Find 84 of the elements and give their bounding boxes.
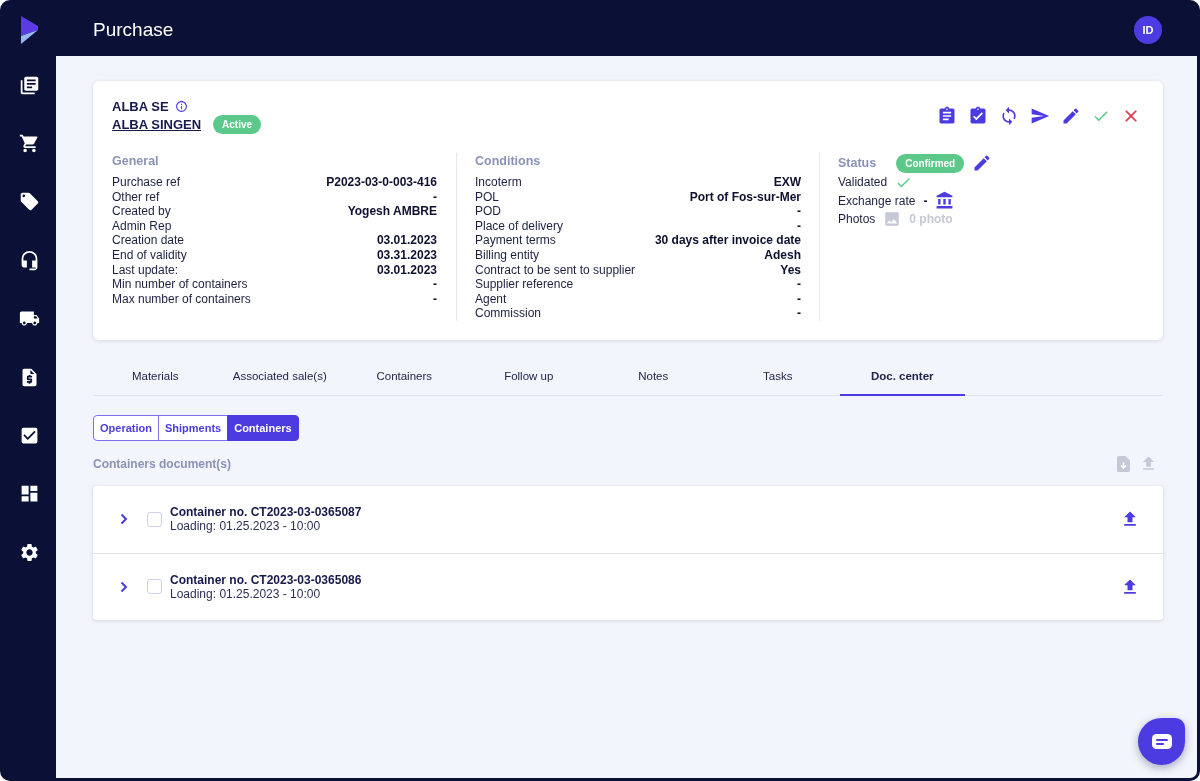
field-label: POD bbox=[475, 204, 501, 219]
field-label: Created by bbox=[112, 204, 171, 219]
field-label: Commission bbox=[475, 306, 541, 321]
tab[interactable]: Notes bbox=[591, 358, 716, 396]
field-value: Yes bbox=[780, 262, 801, 278]
container-title: Container no. CT2023-03-0365087 bbox=[170, 505, 363, 520]
section-title: Status bbox=[838, 155, 877, 171]
field-value: 03.01.2023 bbox=[376, 233, 437, 248]
cart-icon[interactable] bbox=[19, 133, 40, 155]
clipboard-icon[interactable] bbox=[937, 106, 957, 126]
field-label: Payment terms bbox=[475, 233, 556, 248]
filter-tab[interactable]: Shipments bbox=[157, 414, 229, 441]
field-value: - bbox=[433, 277, 437, 292]
filter-tab[interactable]: Containers bbox=[227, 414, 299, 441]
edit-icon[interactable] bbox=[1061, 106, 1081, 126]
field-label: Last update: bbox=[112, 262, 179, 278]
field-label: Admin Rep bbox=[112, 218, 172, 234]
field-value: EXW bbox=[773, 175, 801, 190]
field-value: - bbox=[433, 189, 437, 205]
checkbox[interactable] bbox=[147, 579, 162, 595]
section-title: Conditions bbox=[475, 153, 542, 169]
field-value: 30 days after invoice date bbox=[654, 233, 801, 248]
section-title: Containers document(s) bbox=[93, 456, 231, 471]
tab[interactable]: Containers bbox=[342, 358, 467, 396]
settings-icon[interactable] bbox=[19, 541, 40, 563]
field-label: Incoterm bbox=[475, 175, 522, 190]
chat-icon bbox=[1151, 734, 1172, 749]
field-value: - bbox=[797, 306, 801, 321]
field-value: - bbox=[433, 291, 437, 307]
field-label: Contract to be sent to supplier bbox=[475, 262, 636, 278]
send-icon[interactable] bbox=[1030, 106, 1050, 126]
container-title: Container no. CT2023-03-0365086 bbox=[170, 572, 363, 587]
tab[interactable]: Associated sale(s) bbox=[217, 358, 342, 396]
field-value: - bbox=[797, 277, 801, 292]
user-avatar[interactable]: ID bbox=[1134, 15, 1162, 44]
field-label: Max number of containers bbox=[112, 291, 251, 307]
tab[interactable]: Tasks bbox=[715, 358, 840, 396]
loading-time: Loading: 01.25.2023 - 10:00 bbox=[170, 586, 322, 601]
field-label: Photos bbox=[838, 212, 876, 227]
page-title: Purchase bbox=[93, 18, 174, 41]
field-label: End of validity bbox=[112, 247, 187, 263]
field-value: - bbox=[923, 193, 928, 208]
tab[interactable]: Materials bbox=[93, 358, 218, 396]
field-value: 03.01.2023 bbox=[376, 262, 437, 278]
sync-icon[interactable] bbox=[999, 106, 1019, 126]
chevron-icon[interactable] bbox=[120, 513, 128, 526]
filter-tab[interactable]: Operation bbox=[93, 414, 159, 441]
field-label: Other ref bbox=[112, 189, 160, 205]
field-value: 03.31.2023 bbox=[376, 247, 437, 263]
field-label: Min number of containers bbox=[112, 277, 248, 292]
field-value: - bbox=[797, 291, 801, 307]
documents-icon[interactable] bbox=[19, 74, 40, 96]
field-label: Creation date bbox=[112, 233, 185, 248]
clipboard-check-icon[interactable] bbox=[968, 106, 988, 126]
tab[interactable]: Follow up bbox=[466, 358, 591, 396]
field-label: Purchase ref bbox=[112, 175, 181, 190]
app-logo[interactable] bbox=[21, 15, 38, 44]
field-label: Agent bbox=[475, 291, 507, 307]
field-value: Port of Fos-sur-Mer bbox=[689, 189, 801, 205]
status-badge: Confirmed bbox=[896, 153, 965, 173]
field-value: P2023-03-0-003-416 bbox=[326, 175, 437, 190]
field-label: Billing entity bbox=[475, 247, 540, 263]
dollar-document-icon[interactable] bbox=[19, 366, 40, 388]
field-value: - bbox=[797, 204, 801, 219]
field-label: Place of delivery bbox=[475, 218, 564, 234]
field-value: - bbox=[797, 218, 801, 234]
field-value: Yogesh AMBRE bbox=[347, 204, 437, 219]
checkbox[interactable] bbox=[147, 511, 162, 527]
loading-time: Loading: 01.25.2023 - 10:00 bbox=[170, 519, 322, 534]
field-label: Supplier reference bbox=[475, 277, 574, 292]
headset-icon[interactable] bbox=[19, 249, 40, 271]
tab[interactable]: Doc. center bbox=[840, 358, 965, 396]
site-link[interactable]: ALBA SINGEN bbox=[112, 116, 202, 133]
field-label: Validated bbox=[838, 175, 888, 190]
chevron-icon[interactable] bbox=[120, 580, 128, 593]
tag-icon[interactable] bbox=[19, 191, 40, 213]
company-name: ALBA SE bbox=[112, 98, 169, 115]
section-title: General bbox=[112, 153, 160, 169]
bank-icon[interactable] bbox=[935, 191, 955, 211]
field-label: POL bbox=[475, 189, 499, 205]
field-value: Adesh bbox=[764, 247, 801, 263]
status-badge: Active bbox=[213, 115, 262, 134]
field-label: Exchange rate bbox=[838, 193, 916, 208]
info-icon[interactable] bbox=[174, 100, 188, 113]
